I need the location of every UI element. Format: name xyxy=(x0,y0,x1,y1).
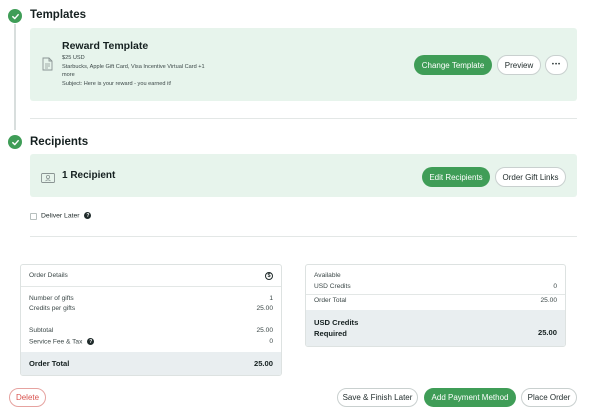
recipients-step-check-icon xyxy=(8,135,22,149)
deliver-later-text: Deliver Later xyxy=(41,212,80,220)
available-divider xyxy=(306,294,565,295)
deliver-later-label[interactable]: Deliver Later ? xyxy=(41,212,92,220)
deliver-later-checkbox[interactable] xyxy=(30,213,37,220)
templates-step-check-icon xyxy=(8,9,22,23)
usd-credits-value: 0 xyxy=(553,283,557,290)
service-fee-label: Service Fee & Tax xyxy=(29,338,83,346)
order-details-card: Order Details $ Number of gifts 1 Credit… xyxy=(20,264,282,376)
template-brands-more: more xyxy=(62,72,75,78)
templates-divider xyxy=(30,118,577,119)
templates-section-title: Templates xyxy=(30,9,87,21)
edit-recipients-button[interactable]: Edit Recipients xyxy=(422,167,490,187)
service-fee-help-icon[interactable]: ? xyxy=(87,338,95,345)
recipients-section-title: Recipients xyxy=(30,136,89,148)
save-finish-later-button[interactable]: Save & Finish Later xyxy=(337,388,418,407)
credits-required-row: USD Credits Required 25.00 xyxy=(306,310,565,346)
dollar-circle-icon: $ xyxy=(265,272,273,280)
order-details-title: Order Details xyxy=(29,272,68,279)
template-brands: Starbucks, Apple Gift Card, Visa Incenti… xyxy=(62,64,205,70)
row-label: Number of gifts xyxy=(29,295,74,302)
recipients-divider xyxy=(30,236,577,237)
document-icon xyxy=(42,57,53,76)
id-card-icon xyxy=(41,170,55,188)
recipient-count: 1 Recipient xyxy=(62,170,116,181)
order-gift-links-button[interactable]: Order Gift Links xyxy=(495,167,566,187)
template-amount: $25 USD xyxy=(62,55,85,61)
more-options-button[interactable]: ••• xyxy=(545,55,568,75)
preview-button[interactable]: Preview xyxy=(497,55,541,75)
change-template-button[interactable]: Change Template xyxy=(414,55,492,75)
available-title: Available xyxy=(314,272,341,279)
row-label: Service Fee & Tax ? xyxy=(29,338,95,346)
usd-credits-label: USD Credits xyxy=(314,283,351,290)
row-value: 0 xyxy=(269,338,273,345)
order-total-label: Order Total xyxy=(29,359,70,368)
order-total-value: 25.00 xyxy=(253,359,273,368)
credits-required-line1: USD Credits xyxy=(314,318,359,327)
row-value: 1 xyxy=(269,295,273,302)
row-label: Subtotal xyxy=(29,327,54,334)
row-value: 25.00 xyxy=(256,327,273,334)
order-total-row: Order Total 25.00 xyxy=(21,352,281,375)
deliver-later-help-icon[interactable]: ? xyxy=(84,212,92,219)
step-timeline xyxy=(14,24,16,130)
order-details-divider xyxy=(21,286,281,287)
credits-required-value: 25.00 xyxy=(537,328,557,337)
add-payment-method-button[interactable]: Add Payment Method xyxy=(424,388,516,407)
place-order-button[interactable]: Place Order xyxy=(521,388,577,407)
available-order-total-value: 25.00 xyxy=(540,297,557,304)
template-panel: Reward Template $25 USD Starbucks, Apple… xyxy=(30,28,577,101)
credits-required-label: USD Credits Required xyxy=(314,317,358,339)
available-order-total-label: Order Total xyxy=(314,297,347,304)
credits-required-line2: Required xyxy=(314,329,347,338)
available-credits-card: Available USD Credits 0 Order Total 25.0… xyxy=(305,264,566,347)
delete-button[interactable]: Delete xyxy=(9,388,46,407)
template-subject: Subject: Here is your reward - you earne… xyxy=(62,81,172,87)
row-value: 25.00 xyxy=(256,305,273,312)
row-label: Credits per gifts xyxy=(29,305,76,312)
template-name: Reward Template xyxy=(62,40,149,52)
